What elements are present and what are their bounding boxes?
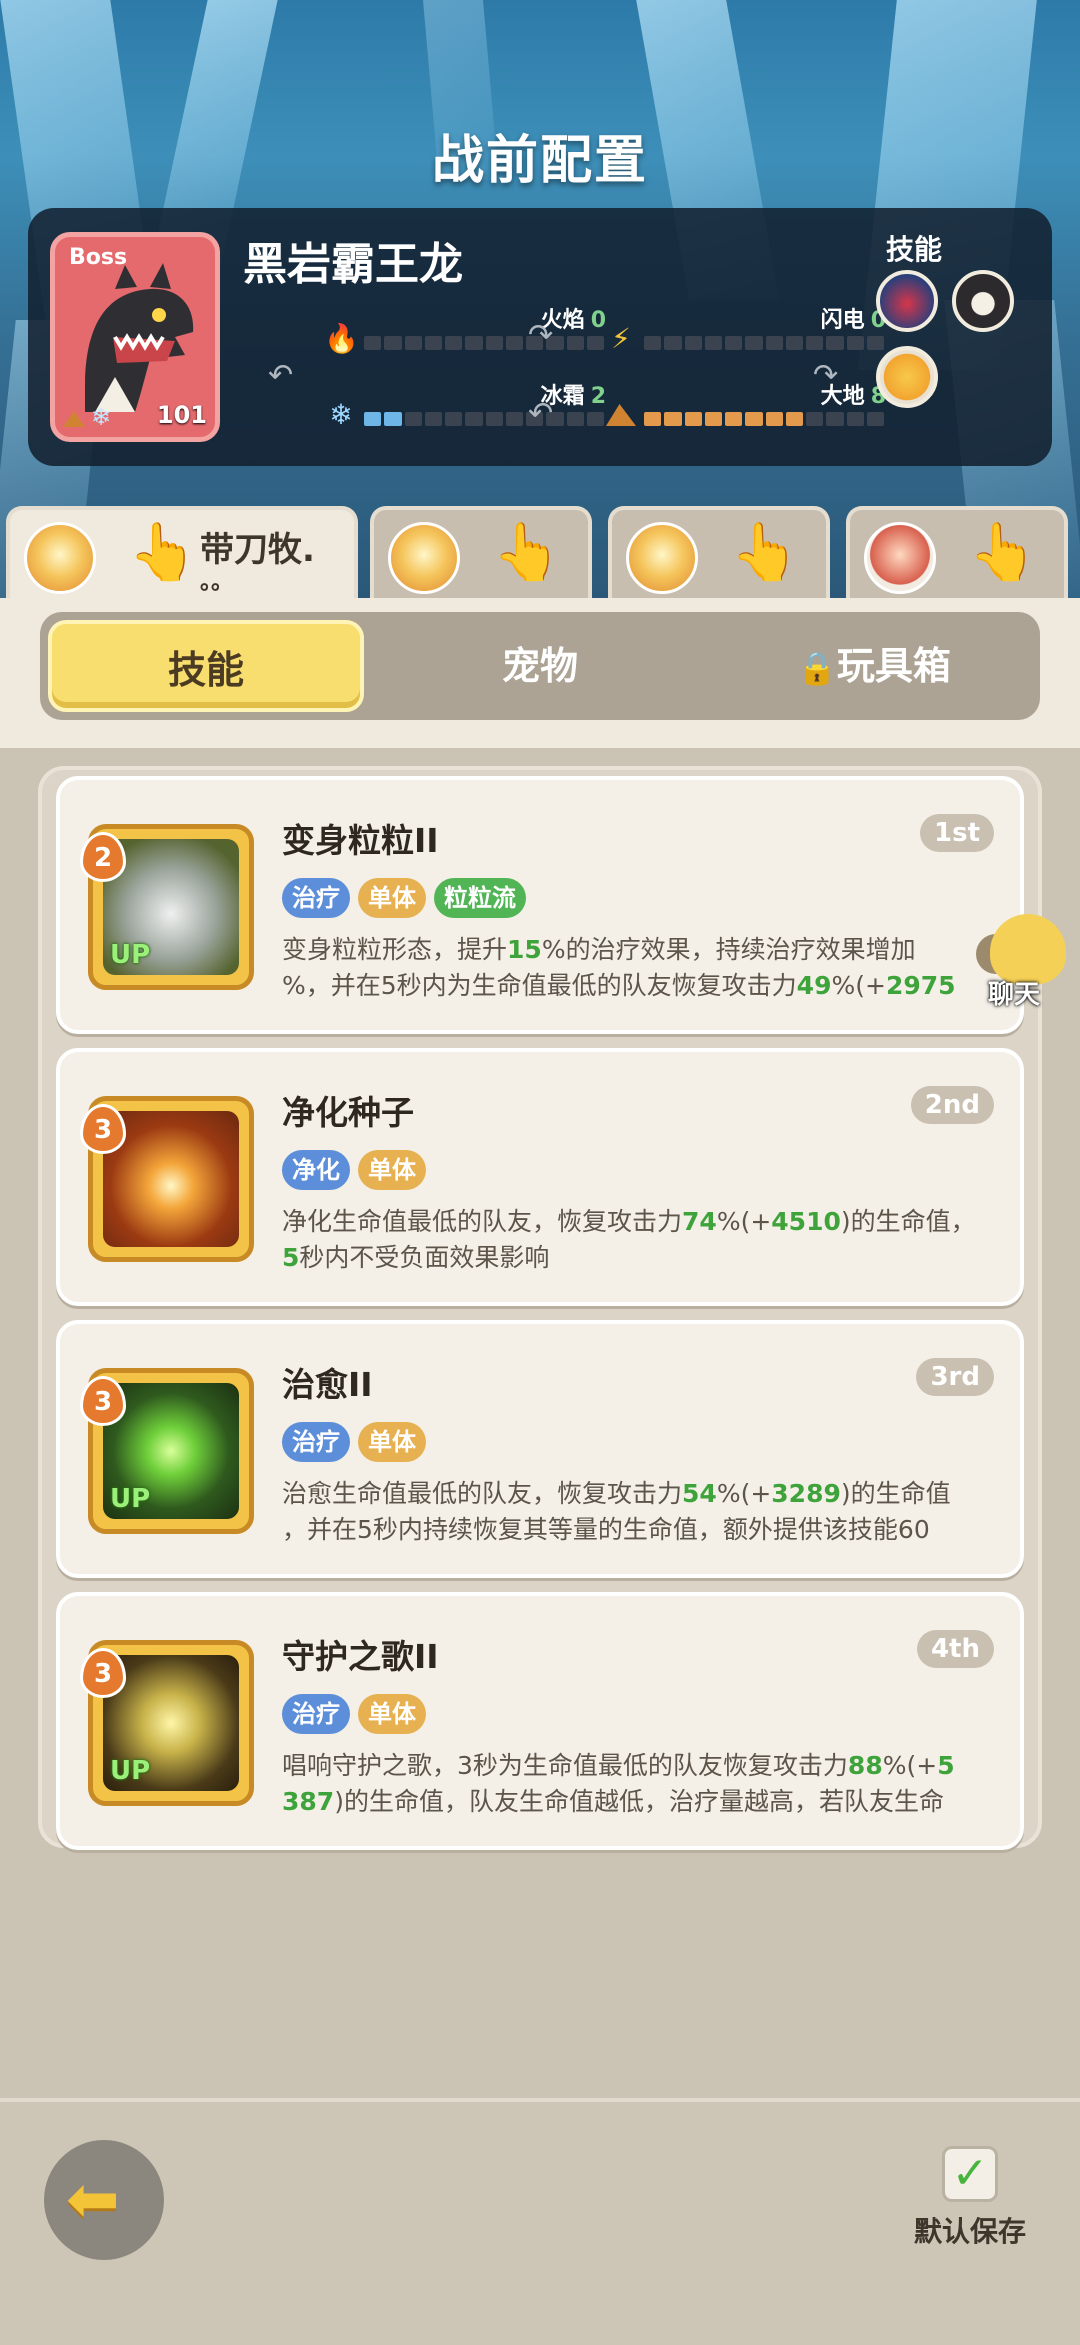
skill-description: 治愈生命值最低的队友，恢复攻击力54%(+3289)的生命值 ，并在5秒内持续恢…	[282, 1479, 951, 1566]
frost-element-icon: ❄	[91, 403, 112, 431]
beast-mouth-skill-icon[interactable]	[952, 270, 1014, 332]
skill-description: 唱响守护之歌，3秒为生命值最低的队友恢复攻击力88%(+5 387)的生命值，队…	[282, 1751, 955, 1838]
stat-fire-bar	[364, 336, 604, 350]
lion-skill-icon[interactable]	[876, 346, 938, 408]
skill-rank: 1st	[920, 814, 994, 852]
skill-list: 2 UP 变身粒粒II 1st 治疗 单体 粒粒流 变身粒粒形态，提升15%的治…	[38, 766, 1042, 1850]
team-tab-1[interactable]: 👆 带刀牧. 。。	[6, 506, 358, 606]
skill-tag: 治疗	[282, 1422, 350, 1462]
footer-bar: ⬅ ✓ 默认保存	[0, 2098, 1080, 2345]
skill-tag: 净化	[282, 1150, 350, 1190]
default-save-toggle[interactable]: ✓ 默认保存	[890, 2146, 1050, 2250]
skill-rank: 4th	[916, 1630, 994, 1668]
fire-icon: 🔥	[324, 322, 359, 355]
lightning-icon: ⚡	[611, 322, 631, 355]
boss-level: 101	[156, 401, 207, 429]
pet-avatar	[626, 522, 698, 594]
skill-name: 治愈II	[282, 1365, 373, 1404]
skill-tag: 治疗	[282, 1694, 350, 1734]
skill-card[interactable]: 2 UP 变身粒粒II 1st 治疗 单体 粒粒流 变身粒粒形态，提升15%的治…	[56, 776, 1024, 1034]
skill-rank: 3rd	[916, 1358, 994, 1396]
skill-name: 净化种子	[282, 1093, 414, 1132]
upgrade-badge: UP	[110, 1756, 151, 1786]
bird-skill-icon[interactable]	[876, 270, 938, 332]
swap-arrow-icon: ↶	[528, 396, 554, 431]
skill-card[interactable]: 3 净化种子 2nd 净化 单体 净化生命值最低的队友，恢复攻击力74%(+45…	[56, 1048, 1024, 1306]
tab-toybox[interactable]: 🔒玩具箱	[716, 620, 1032, 712]
skill-name: 守护之歌II	[282, 1637, 439, 1676]
pet-avatar	[388, 522, 460, 594]
back-button[interactable]: ⬅	[44, 2140, 164, 2260]
earth-icon	[604, 398, 638, 432]
checkbox-icon: ✓	[942, 2146, 998, 2202]
skill-tag: 单体	[358, 1150, 426, 1190]
boss-portrait[interactable]: Boss ❄ 101	[50, 232, 220, 442]
page-title: 战前配置	[431, 131, 648, 191]
stat-earth-bar	[644, 412, 884, 426]
skill-card[interactable]: 3 UP 守护之歌II 4th 治疗 单体 唱响守护之歌，3秒为生命值最低的队友…	[56, 1592, 1024, 1850]
swap-arrow-icon: ↶	[268, 358, 294, 393]
skill-description: 变身粒粒形态，提升15%的治疗效果，持续治疗效果增加 %，并在5秒内为生命值最低…	[282, 935, 956, 1022]
chat-label: 聊天	[988, 980, 1041, 1010]
boss-skills-label: 技能	[885, 233, 942, 266]
upgrade-badge: UP	[110, 1484, 151, 1514]
segment-control: 技能 宠物 🔒玩具箱	[40, 612, 1040, 720]
boss-name: 黑岩霸王龙	[243, 239, 463, 290]
swap-arrow-icon: ↷	[528, 318, 554, 353]
swap-arrow-icon: ↷	[813, 358, 839, 393]
chat-button[interactable]: 聊天	[976, 908, 1080, 1018]
skill-tag: 单体	[358, 878, 426, 918]
character-avatar	[864, 522, 936, 594]
back-arrow-icon: ⬅	[66, 2163, 120, 2237]
upgrade-badge: UP	[110, 940, 151, 970]
tab-pets[interactable]: 宠物	[382, 620, 698, 712]
default-save-label: 默认保存	[913, 2215, 1026, 2248]
skill-tag: 单体	[358, 1422, 426, 1462]
hand-pointer-icon: 👆	[492, 520, 562, 585]
stat-frost-bar	[364, 412, 604, 426]
team-tab-3[interactable]: 👆	[608, 506, 830, 598]
frost-icon: ❄	[329, 398, 353, 431]
hand-pointer-icon: 👆	[968, 520, 1038, 585]
skill-tag: 单体	[358, 1694, 426, 1734]
tab-toybox-label: 玩具箱	[836, 644, 951, 688]
boss-info-panel: Boss ❄ 101 黑岩霸王龙 火焰 0 🔥 闪电 0 ⚡ 冰霜 2 ❄ 大地 8 ↶…	[28, 208, 1052, 466]
pet-avatar	[24, 522, 96, 594]
tab-skills[interactable]: 技能	[48, 620, 364, 712]
hand-pointer-icon: 👆	[128, 520, 198, 585]
hand-pointer-icon: 👆	[730, 520, 800, 585]
skill-rank: 2nd	[910, 1086, 994, 1124]
team-tab-4[interactable]: 👆	[846, 506, 1068, 598]
skill-tag: 治疗	[282, 878, 350, 918]
team-tab-name-suffix: 。。	[200, 570, 234, 595]
skill-name: 变身粒粒II	[282, 821, 439, 860]
skill-description: 净化生命值最低的队友，恢复攻击力74%(+4510)的生命值， 5秒内不受负面效…	[282, 1207, 976, 1272]
main-panel: 技能 宠物 🔒玩具箱 2 UP 变身粒粒II 1st 治疗 单体 粒粒流 变身粒…	[0, 598, 1080, 2098]
team-tab-2[interactable]: 👆	[370, 506, 592, 598]
skill-tag: 粒粒流	[434, 878, 526, 918]
skill-card[interactable]: 3 UP 治愈II 3rd 治疗 单体 治愈生命值最低的队友，恢复攻击力54%(…	[56, 1320, 1024, 1578]
stat-lightning-label: 闪电	[820, 308, 865, 333]
lock-icon: 🔒	[797, 649, 837, 687]
stat-lightning-bar	[644, 336, 884, 350]
